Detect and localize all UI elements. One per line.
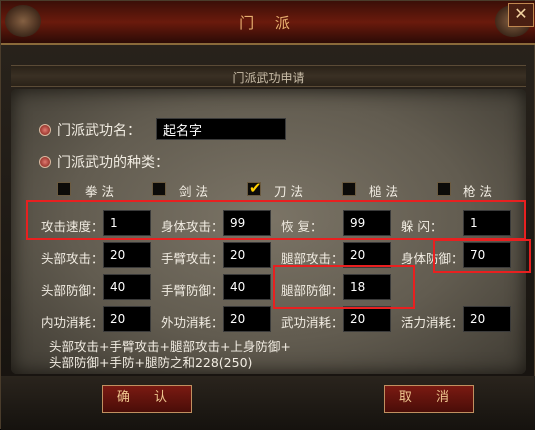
arm-attack-label: 手臂攻击： [161,251,224,266]
option-label-blade: 刀 法 [274,184,303,199]
martial-cost-input[interactable]: 20 [343,306,391,332]
bullet-icon [39,124,51,136]
highlight-box-body-defense [433,239,531,273]
checkmark-icon: ✔ [249,179,262,197]
arm-attack-input[interactable]: 20 [223,242,271,268]
dialog-window: 门 派 ✕ 门派武功申请 门派武功名： 起名字 门派武功的种类： 拳 法 剑 法… [0,0,535,430]
vitality-cost-input[interactable]: 20 [463,306,511,332]
checkbox-spear[interactable] [437,182,451,196]
option-label-hammer: 槌 法 [369,184,398,199]
vitality-cost-label: 活力消耗： [401,315,464,330]
head-defense-input[interactable]: 40 [103,274,151,300]
head-defense-label: 头部防御： [41,283,104,298]
confirm-button[interactable]: 确 认 [102,385,192,413]
inner-cost-input[interactable]: 20 [103,306,151,332]
checkbox-sword[interactable] [152,182,166,196]
bullet-icon [39,156,51,168]
checkbox-fist[interactable] [57,182,71,196]
highlight-box-leg-defense [273,265,415,309]
option-label-fist: 拳 法 [85,184,114,199]
arm-defense-label: 手臂防御： [161,283,224,298]
option-label-spear: 枪 法 [463,184,492,199]
skill-type-label: 门派武功的种类： [57,155,169,171]
arm-defense-input[interactable]: 40 [223,274,271,300]
highlight-box-row1 [26,200,526,240]
outer-cost-input[interactable]: 20 [223,306,271,332]
head-attack-input[interactable]: 20 [103,242,151,268]
title-bar: 门 派 ✕ [1,1,535,45]
cancel-button[interactable]: 取 消 [384,385,474,413]
martial-cost-label: 武功消耗： [281,315,344,330]
skill-name-input[interactable]: 起名字 [156,118,286,140]
inner-cost-label: 内功消耗： [41,315,104,330]
subtitle-bar: 门派武功申请 [11,65,526,87]
close-button[interactable]: ✕ [508,3,534,27]
head-attack-label: 头部攻击： [41,251,104,266]
checkbox-hammer[interactable] [342,182,356,196]
outer-cost-label: 外功消耗： [161,315,224,330]
note-line-2: 头部防御+手防+腿防之和228(250) [49,355,253,370]
checkbox-blade[interactable]: ✔ [247,179,262,197]
window-title: 门 派 [239,14,298,32]
option-label-sword: 剑 法 [179,184,208,199]
subtitle: 门派武功申请 [232,71,305,85]
skill-name-label: 门派武功名： [57,123,141,139]
